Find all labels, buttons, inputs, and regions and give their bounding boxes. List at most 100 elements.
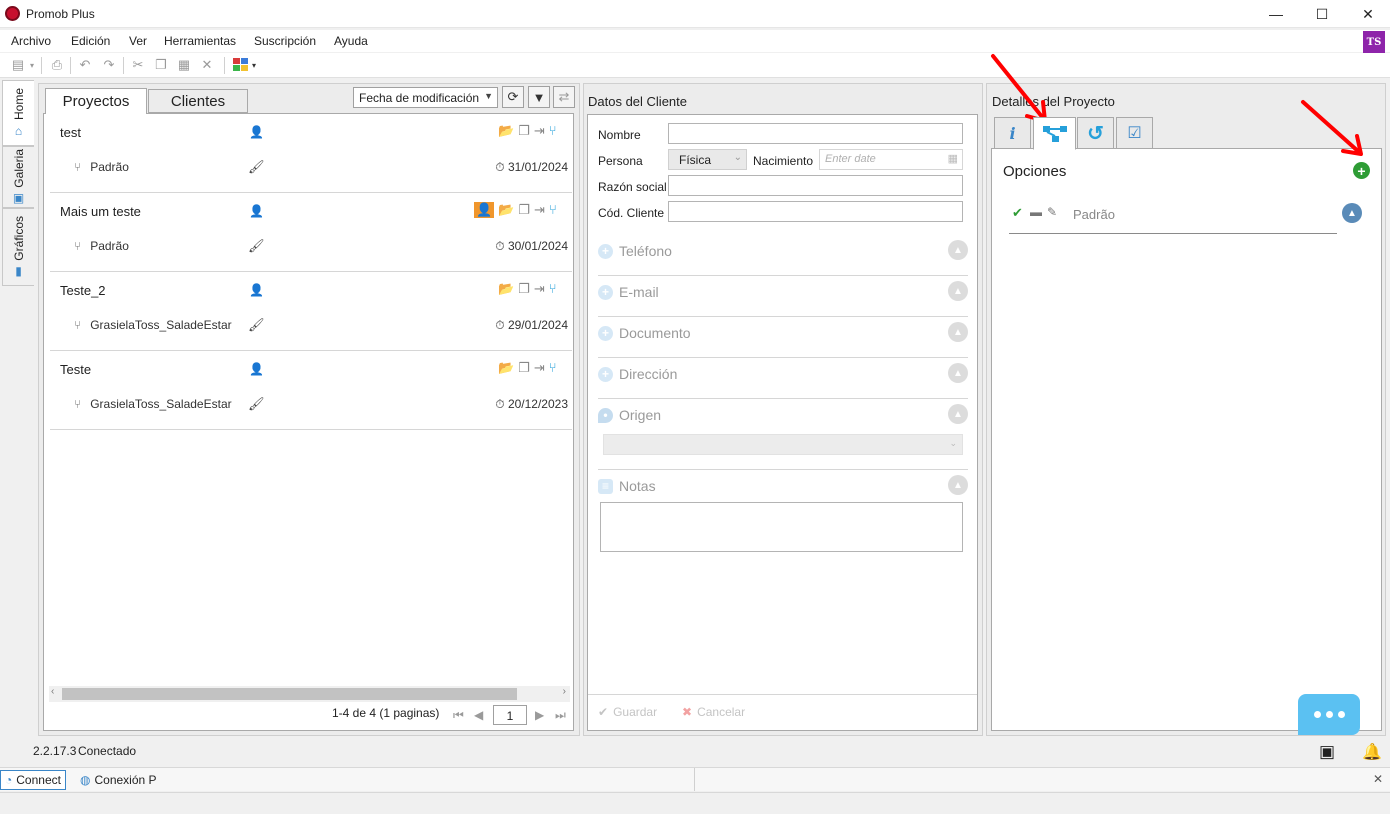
collapse-icon[interactable]: ▲ <box>948 322 968 342</box>
menu-edicion[interactable]: Edición <box>71 34 110 48</box>
brush-icon[interactable]: 🖌 <box>248 396 265 412</box>
open-folder-icon[interactable]: 📂 <box>498 281 514 297</box>
chat-button[interactable] <box>1298 694 1360 735</box>
print-icon[interactable]: ⎙ <box>49 57 65 73</box>
persona-select[interactable]: Física ⌄ <box>668 149 747 170</box>
notas-textarea[interactable] <box>600 502 963 552</box>
section-email[interactable]: + E-mail ▲ <box>598 281 968 317</box>
horizontal-scrollbar[interactable]: ‹ › <box>49 686 570 702</box>
edit-icon[interactable]: ✎ <box>1047 205 1057 219</box>
filter-button[interactable]: ▼ <box>528 86 550 108</box>
tab-clientes[interactable]: Clientes <box>148 89 248 113</box>
brush-icon[interactable]: 🖌 <box>248 317 265 333</box>
guardar-button[interactable]: ✔ Guardar <box>598 705 657 719</box>
option-row[interactable]: ✔ ▬ ✎ Padrão <box>1009 200 1337 234</box>
options-tree-icon[interactable]: ⑂ <box>549 123 557 139</box>
scroll-left-icon[interactable]: ‹ <box>51 686 54 697</box>
scrollbar-thumb[interactable] <box>62 688 517 700</box>
collapse-icon[interactable]: ▲ <box>1342 203 1362 223</box>
options-tree-icon[interactable]: ⑂ <box>549 202 557 218</box>
collapse-icon[interactable]: ▲ <box>948 475 968 495</box>
first-page-icon[interactable]: ⏮ <box>453 708 464 723</box>
open-folder-icon[interactable]: 📂 <box>498 202 514 218</box>
close-icon[interactable]: ✕ <box>1373 772 1383 786</box>
export-icon[interactable]: ⇥ <box>534 360 545 376</box>
palette-dropdown-icon[interactable]: ▾ <box>250 57 258 73</box>
user-avatar[interactable]: TS <box>1363 31 1385 53</box>
save-dropdown-icon[interactable]: ▾ <box>28 57 36 73</box>
duplicate-icon[interactable]: ❐ <box>518 281 530 297</box>
nacimiento-input[interactable]: Enter date ▦ <box>819 149 963 170</box>
project-row[interactable]: test 👤 📂 ❐ ⇥ ⑂ ⑂ Padrão 🖌 ⏱ 31/01/2024 <box>50 114 572 193</box>
folder-icon[interactable]: ▬ <box>1030 205 1042 219</box>
export-icon[interactable]: ⇥ <box>534 281 545 297</box>
side-tab-home[interactable]: Home ⌂ <box>2 80 34 146</box>
export-icon[interactable]: ⇥ <box>534 123 545 139</box>
tab-history[interactable]: ↺ <box>1077 117 1114 149</box>
menu-ver[interactable]: Ver <box>129 34 147 48</box>
side-tab-graficos[interactable]: Gráficos ▮ <box>2 208 34 286</box>
color-palette-icon[interactable] <box>233 57 249 73</box>
collapse-icon[interactable]: ▲ <box>948 404 968 424</box>
brush-icon[interactable]: 🖌 <box>248 238 265 254</box>
undo-icon[interactable]: ↶ <box>77 57 93 73</box>
scroll-right-icon[interactable]: › <box>563 686 566 697</box>
page-input[interactable]: 1 <box>493 705 527 725</box>
open-folder-icon[interactable]: 📂 <box>498 123 514 139</box>
section-documento[interactable]: + Documento ▲ <box>598 322 968 358</box>
origen-select[interactable]: ⌄ <box>603 434 963 455</box>
menu-ayuda[interactable]: Ayuda <box>334 34 368 48</box>
save-icon[interactable]: ▤ <box>10 57 26 73</box>
project-option[interactable]: ⑂ GrasielaToss_SaladeEstar <box>74 397 232 411</box>
refresh-button[interactable]: ⟳ <box>502 86 524 108</box>
project-row[interactable]: Teste_2 👤 📂 ❐ ⇥ ⑂ ⑂ GrasielaToss_SaladeEs… <box>50 272 572 351</box>
duplicate-icon[interactable]: ❐ <box>518 360 530 376</box>
next-page-icon[interactable]: ▶ <box>535 708 544 722</box>
calendar-icon[interactable]: ▦ <box>948 152 958 165</box>
section-direccion[interactable]: + Dirección ▲ <box>598 363 968 399</box>
options-tree-icon[interactable]: ⑂ <box>549 281 557 297</box>
project-option[interactable]: ⑂ Padrão <box>74 239 129 253</box>
tab-options[interactable] <box>1033 117 1076 150</box>
tab-conexion[interactable]: ◍ Conexión P <box>76 770 161 790</box>
menu-suscripcion[interactable]: Suscripción <box>254 34 316 48</box>
prev-page-icon[interactable]: ◀ <box>474 708 483 722</box>
redo-icon[interactable]: ↷ <box>101 57 117 73</box>
collapse-icon[interactable]: ▲ <box>948 240 968 260</box>
project-option[interactable]: ⑂ GrasielaToss_SaladeEstar <box>74 318 232 332</box>
maximize-button[interactable]: ☐ <box>1299 0 1345 28</box>
copy-icon[interactable]: ❐ <box>153 57 169 73</box>
close-button[interactable]: ✕ <box>1345 0 1390 28</box>
paste-icon[interactable]: ▦ <box>176 57 192 73</box>
section-telefono[interactable]: + Teléfono ▲ <box>598 240 968 276</box>
devices-icon[interactable]: ▣ <box>1319 742 1335 762</box>
options-tree-icon[interactable]: ⑂ <box>549 360 557 376</box>
menu-herramientas[interactable]: Herramientas <box>164 34 236 48</box>
side-tab-galeria[interactable]: Galeria ▣ <box>2 146 34 208</box>
last-page-icon[interactable]: ⏭ <box>555 708 566 723</box>
open-folder-icon[interactable]: 📂 <box>498 360 514 376</box>
project-row[interactable]: Mais um teste 👤 👤 📂 ❐ ⇥ ⑂ ⑂ Padrão 🖌 ⏱ 30… <box>50 193 572 272</box>
client-card-icon[interactable]: 👤 <box>474 202 495 218</box>
collapse-icon[interactable]: ▲ <box>948 363 968 383</box>
tab-connect[interactable]: ◔ Connect <box>0 770 66 790</box>
section-notas[interactable]: ≡ Notas ▲ <box>598 475 968 498</box>
collapse-icon[interactable]: ▲ <box>948 281 968 301</box>
cancelar-button[interactable]: ✖ Cancelar <box>682 705 745 719</box>
nombre-input[interactable] <box>668 123 963 144</box>
minimize-button[interactable]: — <box>1253 0 1299 28</box>
cod-input[interactable] <box>668 201 963 222</box>
razon-input[interactable] <box>668 175 963 196</box>
export-icon[interactable]: ⇥ <box>534 202 545 218</box>
project-row[interactable]: Teste 👤 📂 ❐ ⇥ ⑂ ⑂ GrasielaToss_SaladeEsta… <box>50 351 572 430</box>
duplicate-icon[interactable]: ❐ <box>518 202 530 218</box>
add-option-icon[interactable]: + <box>1353 162 1370 179</box>
cut-icon[interactable]: ✂ <box>130 57 146 73</box>
tab-checklist[interactable]: ☑ <box>1116 117 1153 149</box>
tab-proyectos[interactable]: Proyectos <box>45 88 147 114</box>
bell-icon[interactable]: 🔔 <box>1362 742 1382 762</box>
sort-select[interactable]: Fecha de modificación ▼ <box>353 87 498 108</box>
menu-archivo[interactable]: Archivo <box>11 34 51 48</box>
swap-button[interactable]: ⇄ <box>553 86 575 108</box>
project-option[interactable]: ⑂ Padrão <box>74 160 129 174</box>
